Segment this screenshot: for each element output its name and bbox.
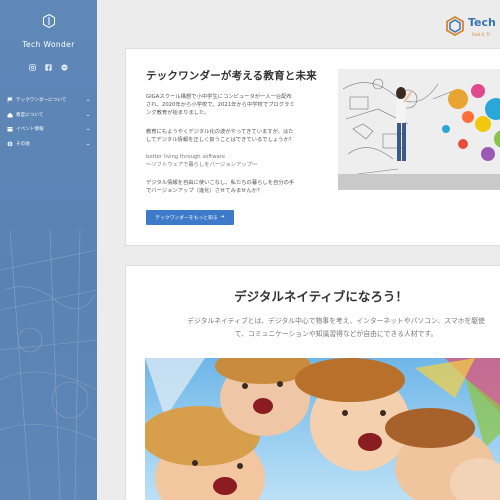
sidebar-item-label: テックワンダーについて xyxy=(16,98,67,104)
learn-more-button[interactable]: テックワンダーをもっと知る ➜ xyxy=(146,210,234,225)
chevron-down-icon: ⌄ xyxy=(84,126,91,133)
button-label: テックワンダーをもっと知る xyxy=(155,216,218,221)
sidebar-item-classroom[interactable]: 教室について ⌄ xyxy=(0,108,97,123)
intro-paragraph-1: GIGAスクール構想で小中学生にコンピュータが一人一台配布 され、2020年から… xyxy=(146,93,331,117)
chevron-down-icon: ⌄ xyxy=(84,97,91,104)
hero-image-woman-drawing xyxy=(338,69,500,190)
sidebar-item-other[interactable]: その他 ⌄ xyxy=(0,137,97,152)
digital-native-card: デジタルネイティブになろう！ デジタルネイティブとは、デジタル中心で物事を考え、… xyxy=(125,265,500,500)
hero-image-children xyxy=(145,358,500,500)
sidebar-nav: テックワンダーについて ⌄ 教室について ⌄ イベント情報 ⌄ その他 ⌄ xyxy=(0,93,97,151)
sidebar-item-about[interactable]: テックワンダーについて ⌄ xyxy=(0,93,97,108)
instagram-icon[interactable] xyxy=(29,56,36,71)
intro-paragraph-2: 教育にもようやくデジタル化の波がやってきていますが、はた してデジタル情報を正し… xyxy=(146,128,331,144)
intro-paragraph-3: better living through software 〜ソフトウェアで暮… xyxy=(146,153,331,169)
sidebar-item-label: イベント情報 xyxy=(16,127,44,133)
sidebar-item-label: その他 xyxy=(16,141,30,147)
text-line: でバージョンアップ（進化）させてみませんか？ xyxy=(146,188,263,194)
sidebar-item-events[interactable]: イベント情報 ⌄ xyxy=(0,122,97,137)
text-line: better living through software xyxy=(146,154,226,160)
sidebar: Tech Wonder テックワンダーについて ⌄ 教室について ⌄ イベント情… xyxy=(0,0,97,500)
arrow-right-icon: ➜ xyxy=(220,215,225,220)
text-line: デジタル情報を自由に使いこなし、私たちの暮らしを自分の手 xyxy=(146,180,295,186)
header-logo[interactable]: Tech W Feel it, Tr xyxy=(446,16,500,37)
text-line: デジタルネイティブとは、デジタル中心で物事を考え、インターネットやパソコン、スマ… xyxy=(187,317,485,325)
digital-native-title: デジタルネイティブになろう！ xyxy=(234,289,408,304)
text-line: され、2020年から小学校で、2021年から中学校でプログラミ xyxy=(146,102,295,108)
flag-icon xyxy=(7,97,13,103)
chevron-down-icon: ⌄ xyxy=(84,140,91,147)
intro-title: テックワンダーが考える教育と未来 xyxy=(146,70,317,82)
text-line: GIGAスクール構想で小中学生にコンピュータが一人一台配布 xyxy=(146,94,292,100)
digital-native-description: デジタルネイティブとは、デジタル中心で物事を考え、インターネットやパソコン、スマ… xyxy=(151,315,500,340)
header-logo-text: Tech W xyxy=(468,16,500,29)
hexagon-logo-icon xyxy=(446,16,464,36)
text-line: 〜ソフトウェアで暮らしをバージョンアップ〜 xyxy=(146,162,258,168)
brand-name: Tech Wonder xyxy=(22,40,75,49)
text-line: してデジタル情報を正しく扱うことはできているでしょうか？ xyxy=(146,137,295,143)
calendar-icon xyxy=(7,126,13,132)
social-links xyxy=(0,56,97,71)
sidebar-item-label: 教室について xyxy=(16,112,44,118)
map-pattern-decoration xyxy=(0,230,97,500)
text-line: 教育にもようやくデジタル化の波がやってきていますが、はた xyxy=(146,129,294,135)
home-icon xyxy=(7,112,13,118)
intro-card: テックワンダーが考える教育と未来 GIGAスクール構想で小中学生にコンピュータが… xyxy=(125,48,500,246)
brand-logo[interactable]: Tech Wonder xyxy=(0,14,97,51)
chevron-down-icon: ⌄ xyxy=(84,111,91,118)
header-logo-tagline: Feel it, Tr xyxy=(472,32,491,37)
text-line: ング教育が始まりました。 xyxy=(146,110,210,116)
globe-icon xyxy=(7,141,13,147)
hexagon-logo-icon xyxy=(42,14,55,28)
facebook-icon[interactable] xyxy=(45,56,52,71)
intro-paragraph-4: デジタル情報を自由に使いこなし、私たちの暮らしを自分の手 でバージョンアップ（進… xyxy=(146,179,331,195)
chat-icon[interactable] xyxy=(61,56,68,71)
text-line: て、コミュニケーションや知識習得などが自由にできる人材です。 xyxy=(234,329,438,338)
